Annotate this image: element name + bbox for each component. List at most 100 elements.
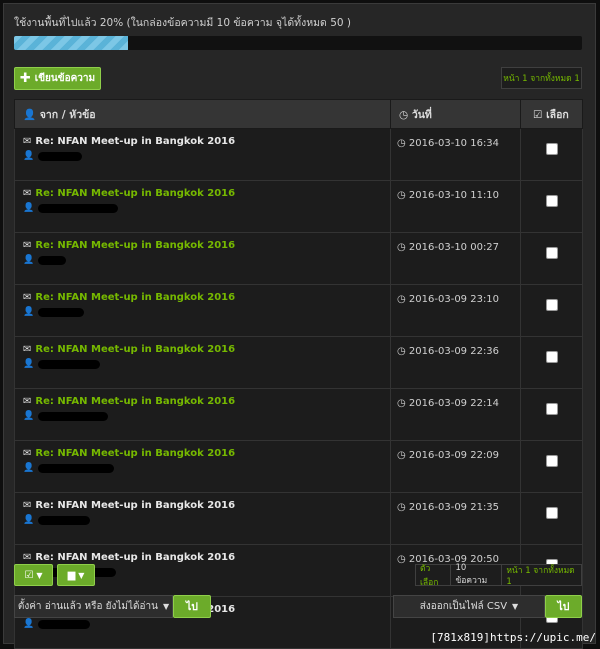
checkbox-icon: ☑ — [24, 569, 34, 581]
message-sender[interactable]: 👤 — [23, 411, 390, 421]
message-checkbox[interactable] — [545, 351, 558, 363]
sender-redaction — [38, 307, 85, 317]
caret-down-icon: ▼ — [163, 602, 170, 611]
message-sender[interactable]: 👤 — [23, 151, 390, 161]
message-subject[interactable]: ✉Re: NFAN Meet-up in Bangkok 2016 — [23, 292, 390, 303]
message-sender[interactable]: 👤 — [23, 515, 390, 525]
message-checkbox[interactable] — [545, 247, 558, 259]
message-sender[interactable]: 👤 — [23, 359, 390, 369]
export-dropdown[interactable]: ส่งออกเป็นไฟล์ CSV ▼ — [393, 595, 545, 618]
message-subject[interactable]: ✉Re: NFAN Meet-up in Bangkok 2016 — [23, 448, 390, 459]
message-row[interactable]: ✉Re: NFAN Meet-up in Bangkok 2016 👤 ◷ 2016… — [14, 180, 583, 233]
storage-progress-bar — [14, 36, 582, 50]
message-checkbox[interactable] — [545, 403, 558, 415]
message-row[interactable]: ✉Re: NFAN Meet-up in Bangkok 2016 👤◷ 2016… — [14, 440, 583, 493]
clock-icon: ◷ — [397, 242, 406, 253]
message-select-cell — [520, 336, 583, 389]
user-icon: 👤 — [23, 307, 35, 317]
message-row[interactable]: ✉Re: NFAN Meet-up in Bangkok 2016 👤 ◷ 2016… — [14, 492, 583, 545]
options-link[interactable]: ตัวเลือก — [416, 564, 452, 588]
message-select-cell — [520, 492, 583, 545]
clock-icon: ◷ — [397, 450, 406, 461]
message-subject[interactable]: ✉Re: NFAN Meet-up in Bangkok 2016 — [23, 344, 390, 355]
message-checkbox[interactable] — [545, 195, 558, 207]
caret-down-icon: ▼ — [78, 570, 85, 580]
plus-icon: ✚ — [19, 70, 31, 86]
folder-menu-button[interactable]: ▆ ▼ — [57, 564, 95, 586]
checkbox-icon: ☑ — [533, 108, 543, 121]
export-go-button[interactable]: ไป — [545, 595, 582, 618]
compose-button[interactable]: ✚ เขียนข้อความ — [14, 67, 101, 90]
column-from-subject[interactable]: 👤 จาก / หัวข้อ — [14, 99, 391, 129]
message-subject[interactable]: ✉Re: NFAN Meet-up in Bangkok 2016 — [23, 552, 390, 563]
message-cell: ✉Re: NFAN Meet-up in Bangkok 2016 👤 — [14, 232, 391, 285]
message-row[interactable]: ✉Re: NFAN Meet-up in Bangkok 2016👤◷ 2016… — [14, 284, 583, 337]
clock-icon: ◷ — [397, 190, 406, 201]
message-sender[interactable]: 👤 — [23, 255, 390, 265]
message-cell: ✉Re: NFAN Meet-up in Bangkok 2016👤 — [14, 284, 391, 337]
message-row[interactable]: ✉Re: NFAN Meet-up in Bangkok 2016👤◷ 2016… — [14, 336, 583, 389]
message-subject-text: Re: NFAN Meet-up in Bangkok 2016 — [35, 500, 236, 511]
message-count: 10 ข้อความ — [451, 563, 503, 586]
message-subject-text: Re: NFAN Meet-up in Bangkok 2016 — [35, 292, 236, 303]
mark-read-dropdown[interactable]: ตั้งค่า อ่านแล้ว หรือ ยังไม่ได้อ่าน ▼ — [14, 595, 173, 618]
storage-usage-text: ใช้งานพื้นที่ไปแล้ว 20% (ในกล่องข้อความม… — [14, 17, 351, 29]
message-checkbox[interactable] — [545, 143, 558, 155]
message-sender[interactable]: 👤 — [23, 619, 390, 629]
message-checkbox[interactable] — [545, 299, 558, 311]
envelope-icon: ✉ — [23, 448, 32, 459]
message-date: ◷ 2016-03-09 23:10 — [390, 284, 521, 337]
envelope-icon: ✉ — [23, 292, 32, 303]
message-select-cell — [520, 284, 583, 337]
message-date-text: 2016-03-10 00:27 — [408, 242, 500, 253]
user-icon: 👤 — [23, 151, 35, 161]
message-date-text: 2016-03-10 16:34 — [408, 138, 500, 149]
message-sender[interactable]: 👤 — [23, 203, 390, 213]
message-date: ◷ 2016-03-09 21:35 — [390, 492, 521, 545]
message-checkbox[interactable] — [545, 455, 558, 467]
message-subject[interactable]: ✉Re: NFAN Meet-up in Bangkok 2016 — [23, 188, 390, 199]
select-menu-button[interactable]: ☑ ▼ — [14, 564, 53, 586]
message-cell: ✉Re: NFAN Meet-up in Bangkok 2016 👤 — [14, 440, 391, 493]
mark-go-button[interactable]: ไป — [173, 595, 211, 618]
message-subject-text: Re: NFAN Meet-up in Bangkok 2016 — [35, 344, 236, 355]
message-checkbox[interactable] — [545, 507, 558, 519]
pagination-bottom: ตัวเลือก 10 ข้อความ หน้า 1 จากทั้งหมด 1 — [415, 563, 582, 588]
message-date: ◷ 2016-03-09 22:09 — [390, 440, 521, 493]
message-subject-text: Re: NFAN Meet-up in Bangkok 2016 — [35, 136, 236, 147]
message-row[interactable]: ✉Re: NFAN Meet-up in Bangkok 2016👤◷ 2016… — [14, 388, 583, 441]
user-icon: 👤 — [23, 108, 37, 121]
sender-redaction — [38, 463, 115, 473]
message-date-text: 2016-03-09 21:35 — [408, 502, 500, 513]
message-date-text: 2016-03-10 11:10 — [408, 190, 500, 201]
sender-redaction — [38, 151, 83, 161]
user-icon: 👤 — [23, 515, 35, 525]
message-subject[interactable]: ✉Re: NFAN Meet-up in Bangkok 2016 — [23, 240, 390, 251]
message-sender[interactable]: 👤 — [23, 463, 390, 473]
column-date[interactable]: ◷ วันที่ — [390, 99, 521, 129]
message-date-text: 2016-03-09 23:10 — [408, 294, 500, 305]
message-subject-text: Re: NFAN Meet-up in Bangkok 2016 — [35, 396, 236, 407]
message-row[interactable]: ✉Re: NFAN Meet-up in Bangkok 2016 👤 ◷ 2016… — [14, 128, 583, 181]
mark-read-label: ตั้งค่า อ่านแล้ว หรือ ยังไม่ได้อ่าน — [17, 601, 159, 612]
column-select[interactable]: ☑ เลือก — [520, 99, 583, 129]
message-row[interactable]: ✉Re: NFAN Meet-up in Bangkok 2016 👤 ◷ 2016… — [14, 232, 583, 285]
sender-redaction — [38, 619, 91, 629]
user-icon: 👤 — [23, 203, 35, 213]
message-select-cell — [520, 128, 583, 181]
user-icon: 👤 — [23, 359, 35, 369]
page-indicator[interactable]: หน้า 1 จากทั้งหมด 1 — [502, 565, 581, 587]
message-subject[interactable]: ✉Re: NFAN Meet-up in Bangkok 2016 — [23, 396, 390, 407]
message-subject[interactable]: ✉Re: NFAN Meet-up in Bangkok 2016 — [23, 136, 390, 147]
pagination-top[interactable]: หน้า 1 จากทั้งหมด 1 — [501, 67, 582, 89]
message-cell: ✉Re: NFAN Meet-up in Bangkok 2016 👤 — [14, 180, 391, 233]
export-label: ส่งออกเป็นไฟล์ CSV — [419, 601, 508, 612]
message-sender[interactable]: 👤 — [23, 307, 390, 317]
message-subject-text: Re: NFAN Meet-up in Bangkok 2016 — [35, 448, 236, 459]
message-select-cell — [520, 232, 583, 285]
message-date: ◷ 2016-03-10 16:34 — [390, 128, 521, 181]
user-icon: 👤 — [23, 619, 35, 629]
message-cell: ✉Re: NFAN Meet-up in Bangkok 2016 👤 — [14, 336, 391, 389]
clock-icon: ◷ — [397, 554, 406, 565]
message-subject[interactable]: ✉Re: NFAN Meet-up in Bangkok 2016 — [23, 500, 390, 511]
